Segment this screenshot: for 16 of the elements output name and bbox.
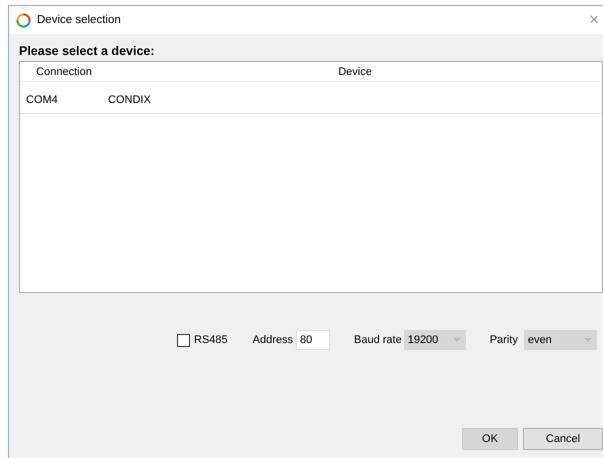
table-cell: CONDIX bbox=[108, 94, 151, 106]
column-header[interactable]: Connection bbox=[20, 66, 108, 78]
address-label: Address bbox=[252, 334, 293, 346]
table-row[interactable]: COM4 CONDIX bbox=[20, 86, 602, 114]
ring-logo-icon bbox=[16, 12, 31, 28]
table-cell-text: COM4 bbox=[25, 94, 59, 106]
heading: Please select a device: bbox=[19, 44, 156, 58]
cancel-button[interactable]: Cancel bbox=[523, 428, 603, 450]
checkbox[interactable] bbox=[177, 334, 190, 346]
baud-rate-label: Baud rate bbox=[354, 334, 402, 346]
address-field[interactable]: 80 bbox=[296, 330, 330, 350]
window-title: Device selection bbox=[37, 14, 121, 26]
checkbox-label: RS485 bbox=[194, 334, 228, 346]
parity-label: Parity bbox=[490, 334, 518, 346]
ok-button[interactable]: OK bbox=[462, 428, 518, 450]
column-header[interactable]: Device bbox=[108, 66, 602, 78]
